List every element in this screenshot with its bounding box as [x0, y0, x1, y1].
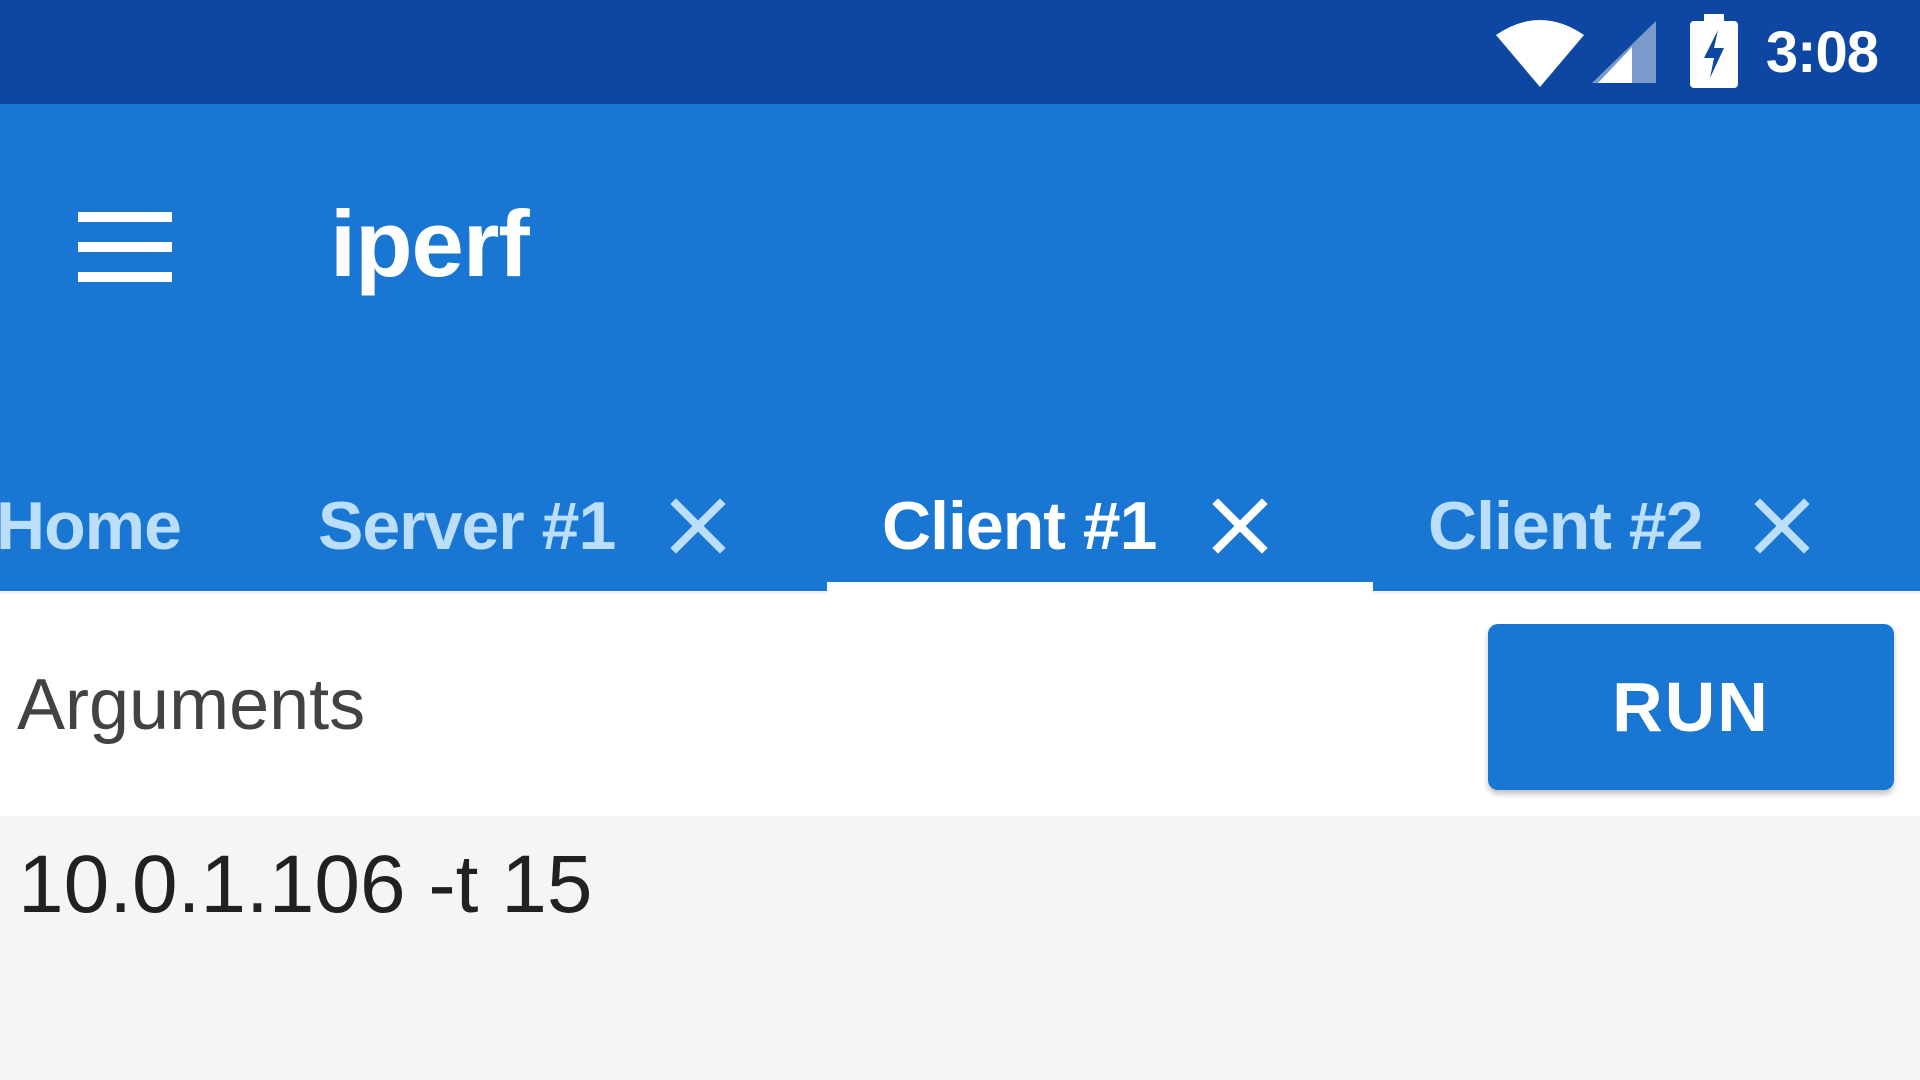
close-icon[interactable] — [1210, 496, 1270, 556]
hamburger-menu-icon — [78, 211, 172, 287]
battery-charging-icon — [1688, 14, 1740, 90]
close-icon[interactable] — [668, 496, 728, 556]
close-icon[interactable] — [1752, 496, 1812, 556]
arguments-input[interactable]: 10.0.1.106 -t 15 — [0, 816, 1920, 1080]
cellular-signal-icon — [1590, 19, 1658, 85]
tab-client-1[interactable]: Client #1 — [827, 414, 1373, 591]
app-title: iperf — [330, 191, 530, 296]
wifi-icon — [1494, 17, 1586, 87]
run-button[interactable]: RUN — [1488, 624, 1894, 790]
arguments-row: Arguments RUN — [0, 594, 1920, 816]
tab-label: Server #1 — [318, 488, 616, 564]
status-clock: 3:08 — [1765, 19, 1879, 85]
selected-tab-indicator — [827, 582, 1373, 594]
tab-client-2[interactable]: Client #2 — [1380, 414, 1920, 591]
tab-server-1[interactable]: Server #1 — [270, 414, 740, 591]
status-icons: 3:08 — [1494, 14, 1879, 90]
tab-bar: Home Server #1 Client #1 Client #2 — [0, 414, 1920, 591]
arguments-value: 10.0.1.106 -t 15 — [18, 839, 593, 930]
tab-home[interactable]: Home — [0, 414, 250, 591]
tab-label: Client #1 — [882, 488, 1157, 564]
tab-label: Home — [0, 488, 182, 564]
app-bar: iperf Home Server #1 Client #1 Client #2 — [0, 104, 1920, 591]
menu-button[interactable] — [70, 194, 180, 304]
status-bar: 3:08 — [0, 0, 1920, 104]
arguments-label: Arguments — [17, 665, 366, 745]
tab-label: Client #2 — [1428, 488, 1703, 564]
